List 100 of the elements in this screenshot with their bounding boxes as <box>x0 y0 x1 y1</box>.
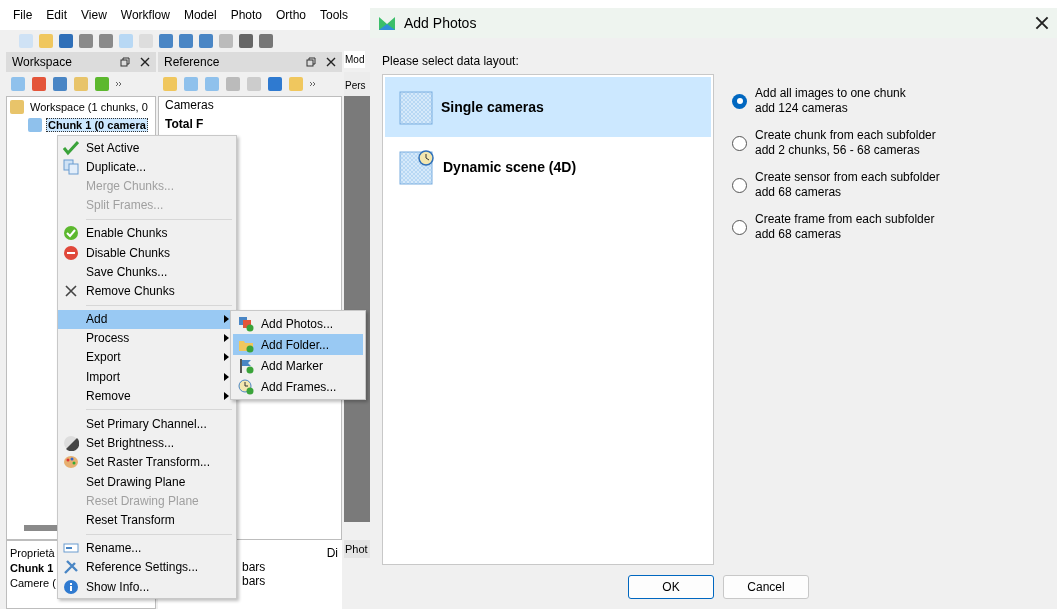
column-header: Di <box>326 546 338 560</box>
menu-item[interactable]: Photo <box>223 8 269 22</box>
toolbar-icon <box>158 33 174 49</box>
option-label: Add all images to one chunk <box>755 86 906 101</box>
menu-item[interactable]: File <box>6 8 40 22</box>
toolbar-icon <box>258 33 274 49</box>
copy-icon <box>63 158 79 175</box>
close-icon[interactable] <box>326 57 336 67</box>
menu-item[interactable]: Ortho <box>269 8 313 22</box>
toolbar-icon <box>18 33 34 49</box>
menu-item[interactable]: Add Frames... <box>233 376 363 397</box>
menu-item[interactable]: Model <box>176 8 224 22</box>
panel-title: Reference <box>164 55 220 69</box>
option-detail: add 68 cameras <box>755 185 843 200</box>
menu-item[interactable]: Set Brightness... <box>58 433 236 453</box>
toolbar-icon <box>178 33 194 49</box>
app-logo-icon <box>378 15 396 31</box>
menu-item[interactable]: Save Chunks... <box>58 262 236 282</box>
tree-item[interactable]: Chunk 1 (0 camera <box>46 118 148 132</box>
menu-item[interactable]: View <box>74 8 114 22</box>
cross-icon <box>63 282 79 299</box>
toolbar-icon <box>218 33 234 49</box>
tool-icon <box>246 76 262 92</box>
float-icon[interactable] <box>306 57 316 67</box>
table-header: Cameras <box>164 98 215 114</box>
check-icon <box>63 139 79 156</box>
menu-item[interactable]: Rename... <box>58 538 236 558</box>
option-label: Create sensor from each subfolder <box>755 170 940 185</box>
menu-item[interactable]: Disable Chunks <box>58 242 236 263</box>
option-label: Create frame from each subfolder <box>755 212 935 227</box>
more-icon[interactable] <box>309 80 317 88</box>
tool-icon <box>162 76 178 92</box>
brightness-icon <box>63 435 79 452</box>
table-cell-text: Total F <box>164 117 205 133</box>
menu-item[interactable]: Set Drawing Plane <box>58 472 236 492</box>
radio-button[interactable] <box>732 177 747 193</box>
toolbar-icon <box>38 33 54 49</box>
menu-item[interactable]: Set Primary Channel... <box>58 414 236 434</box>
menu-item[interactable]: Add Photos... <box>233 313 363 334</box>
option-label: Create chunk from each subfolder <box>755 128 936 143</box>
menu-item[interactable]: Workflow <box>113 8 177 22</box>
property-text: Chunk 1 <box>10 562 54 574</box>
menu-item[interactable]: Duplicate... <box>58 157 236 177</box>
dialog-title: Add Photos <box>404 15 478 31</box>
ok-button[interactable]: OK <box>628 575 714 599</box>
tool-icon <box>204 76 220 92</box>
add-marker-icon <box>238 357 254 374</box>
tool-icon <box>73 76 89 92</box>
toolbar-icon <box>118 33 134 49</box>
radio-button[interactable] <box>732 135 747 151</box>
float-icon[interactable] <box>120 57 130 67</box>
toolbar-icon <box>238 33 254 49</box>
tool-icon <box>183 76 199 92</box>
workspace-icon <box>9 99 25 115</box>
add-frames-icon <box>238 378 254 395</box>
view-tab[interactable]: Mod <box>344 51 366 68</box>
photos-tab[interactable]: Phot <box>344 540 370 558</box>
radio-button[interactable] <box>732 219 747 235</box>
option-detail: add 68 cameras <box>755 227 843 242</box>
menu-item[interactable]: Add Folder... <box>233 334 363 355</box>
panel-title: Workspace <box>12 55 72 69</box>
chunk-icon <box>27 117 43 133</box>
menu-item[interactable]: Edit <box>39 8 75 22</box>
menu-item[interactable]: Show Info... <box>58 576 236 597</box>
list-text: bars <box>242 574 266 588</box>
view-label: Pers <box>345 80 366 91</box>
cancel-button[interactable]: Cancel <box>723 575 809 599</box>
image-icon <box>399 89 433 125</box>
close-icon[interactable] <box>140 57 150 67</box>
menu-item[interactable]: Remove Chunks <box>58 281 236 301</box>
menu-item[interactable]: Enable Chunks <box>58 223 236 243</box>
tool-icon <box>288 76 304 92</box>
palette-icon <box>63 454 79 471</box>
panel-title: Proprietà <box>10 547 55 559</box>
tree-item[interactable]: Workspace (1 chunks, 0 <box>28 100 150 114</box>
tool-icon <box>52 76 68 92</box>
toolbar-icon <box>98 33 114 49</box>
layout-option[interactable]: Single cameras <box>385 77 711 137</box>
tool-icon <box>10 76 26 92</box>
tool-icon <box>267 76 283 92</box>
layout-option[interactable]: Dynamic scene (4D) <box>385 137 711 197</box>
radio-button[interactable] <box>732 93 747 109</box>
list-text: bars <box>242 560 266 574</box>
prompt-text: Please select data layout: <box>382 53 520 70</box>
menu-item[interactable]: Set Active <box>58 138 236 158</box>
menu-item[interactable]: Reset Transform <box>58 510 236 530</box>
enabled-icon <box>63 225 79 242</box>
menu-item[interactable]: Tools <box>313 8 356 22</box>
add-photos-icon <box>238 315 254 332</box>
toolbar-icon <box>198 33 214 49</box>
more-icon[interactable] <box>115 80 123 88</box>
option-detail: add 2 chunks, 56 - 68 cameras <box>755 143 921 158</box>
close-icon[interactable] <box>1035 16 1049 30</box>
menu-item[interactable]: Set Raster Transform... <box>58 452 236 472</box>
menu-item[interactable]: Add Marker <box>233 355 363 376</box>
option-detail: add 124 cameras <box>755 101 849 116</box>
property-text: Camere ( <box>10 577 56 589</box>
tool-icon <box>225 76 241 92</box>
menu-item[interactable]: Reference Settings... <box>58 557 236 577</box>
toolbar-icon <box>58 33 74 49</box>
